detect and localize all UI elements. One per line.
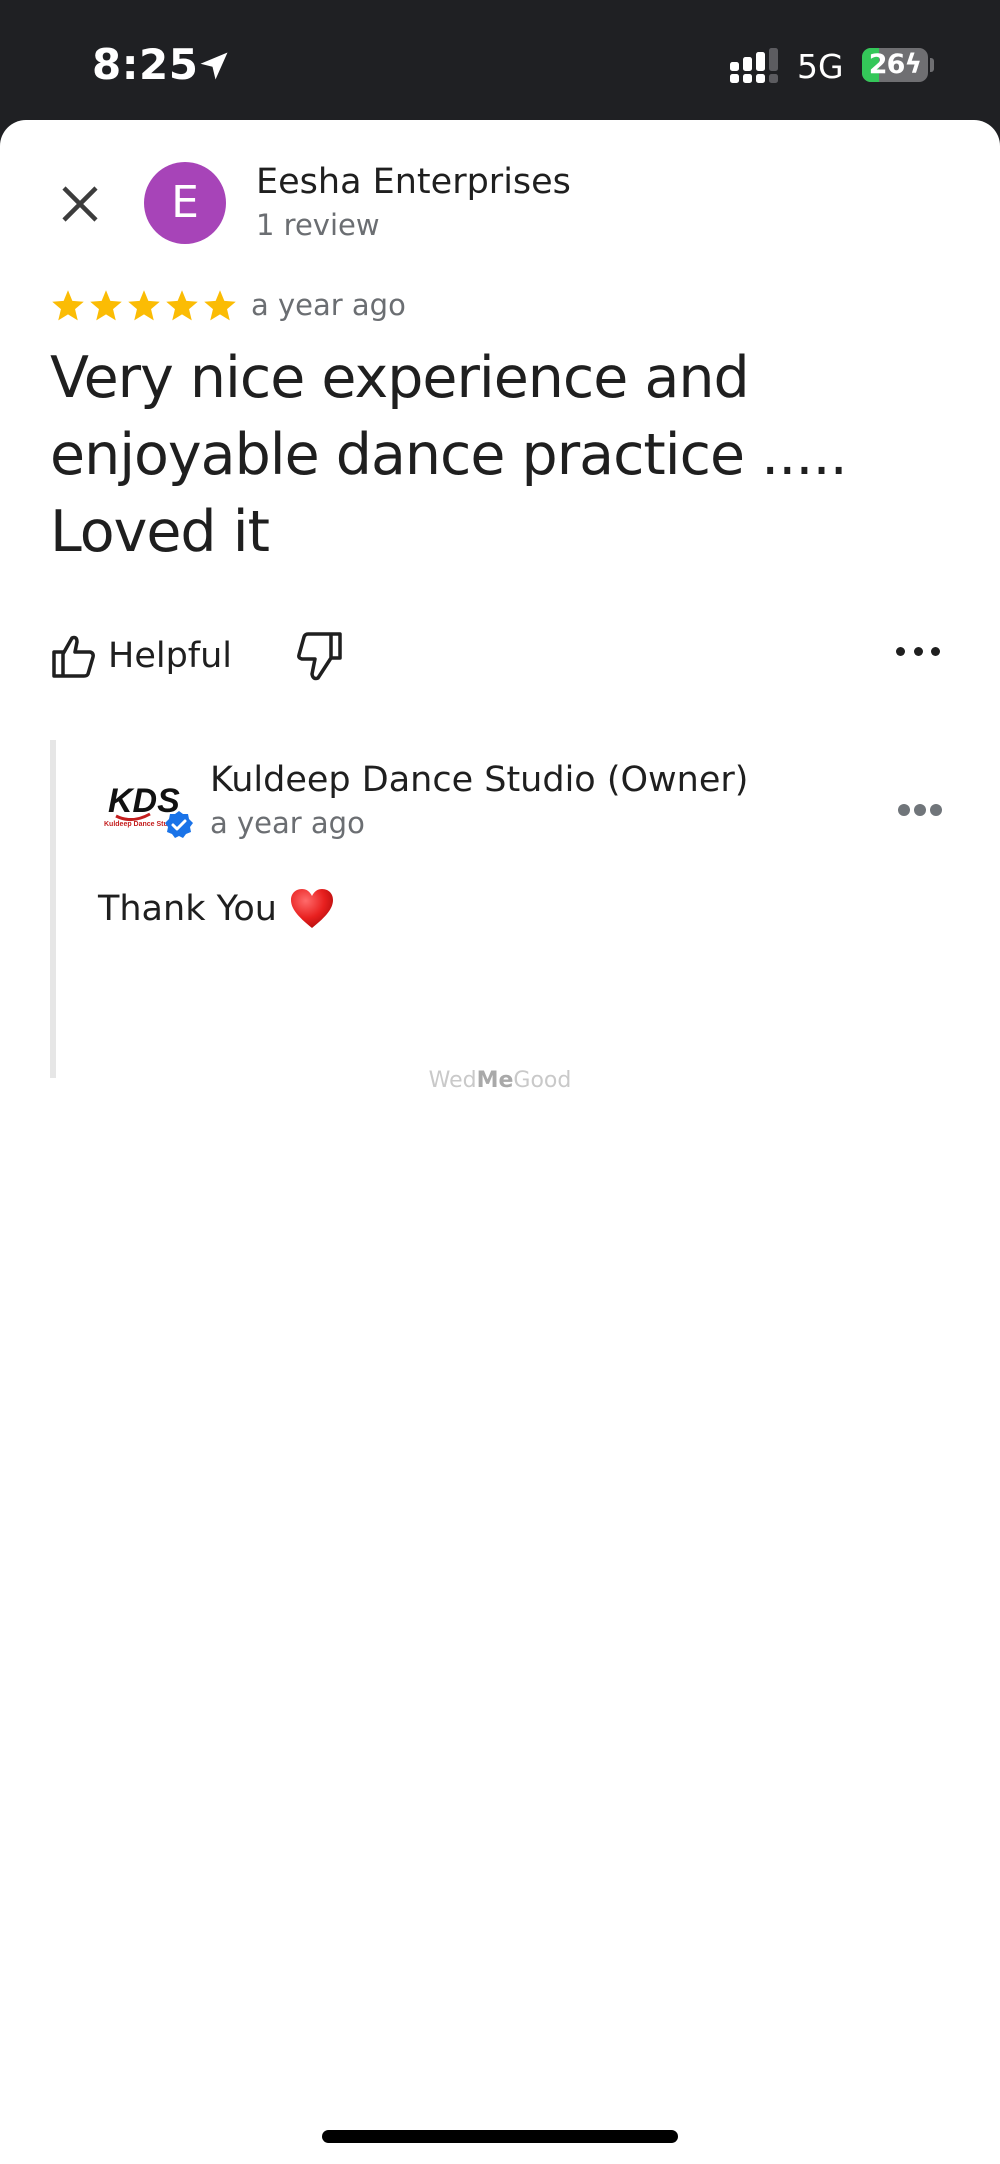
dot bbox=[914, 804, 926, 816]
owner-reply: KDS Kuldeep Dance Stu Kuldeep Dance Stud… bbox=[50, 740, 950, 1078]
dot bbox=[896, 646, 905, 656]
dot bbox=[931, 646, 940, 656]
helpful-label: Helpful bbox=[108, 636, 233, 676]
star-icon bbox=[90, 290, 122, 321]
reviewer-name[interactable]: Eesha Enterprises bbox=[256, 162, 571, 202]
dot bbox=[930, 804, 942, 816]
verified-badge-icon bbox=[165, 811, 193, 838]
review-sheet: E Eesha Enterprises 1 review a year ago … bbox=[0, 120, 1000, 2164]
status-time: 8:25 bbox=[92, 40, 199, 89]
network-type: 5G bbox=[797, 47, 844, 86]
close-icon[interactable] bbox=[52, 176, 108, 232]
owner-name[interactable]: Kuldeep Dance Studio (Owner) bbox=[210, 760, 748, 800]
star-rating bbox=[50, 288, 238, 324]
star-icon bbox=[52, 290, 84, 321]
red-heart-icon bbox=[290, 889, 333, 928]
thumbs-up-icon bbox=[52, 635, 95, 678]
cellular-signal-icon bbox=[730, 48, 778, 83]
dot bbox=[913, 646, 923, 656]
watermark-part3: Good bbox=[513, 1068, 572, 1093]
watermark-part1: Wed bbox=[428, 1068, 477, 1093]
owner-reply-message: Thank You bbox=[98, 889, 277, 929]
review-count: 1 review bbox=[256, 208, 380, 242]
review-time: a year ago bbox=[251, 288, 406, 322]
avatar[interactable]: E bbox=[144, 162, 226, 244]
thumbs-down-icon[interactable] bbox=[296, 630, 344, 684]
dot bbox=[898, 804, 910, 816]
watermark: WedMeGood bbox=[0, 1068, 1000, 1093]
star-icon bbox=[204, 290, 236, 321]
owner-reply-text: Thank You bbox=[98, 888, 335, 930]
watermark-part2: Me bbox=[476, 1068, 514, 1093]
status-bar: 8:25 5G 26ϟ bbox=[0, 0, 1000, 120]
star-icon bbox=[128, 290, 160, 321]
home-indicator[interactable] bbox=[322, 2130, 678, 2143]
star-icon bbox=[166, 290, 198, 321]
battery-indicator: 26ϟ bbox=[862, 48, 928, 82]
owner-reply-time: a year ago bbox=[210, 806, 365, 840]
battery-level: 26ϟ bbox=[868, 49, 922, 80]
helpful-button[interactable]: Helpful bbox=[50, 626, 232, 686]
logo-subtext: Kuldeep Dance Stu bbox=[104, 821, 168, 828]
more-options-button[interactable] bbox=[896, 636, 940, 666]
location-arrow-icon bbox=[200, 52, 228, 80]
battery-cap bbox=[930, 58, 934, 72]
review-text: Very nice experience and enjoyable dance… bbox=[50, 345, 848, 565]
owner-more-options-button[interactable] bbox=[898, 800, 942, 820]
